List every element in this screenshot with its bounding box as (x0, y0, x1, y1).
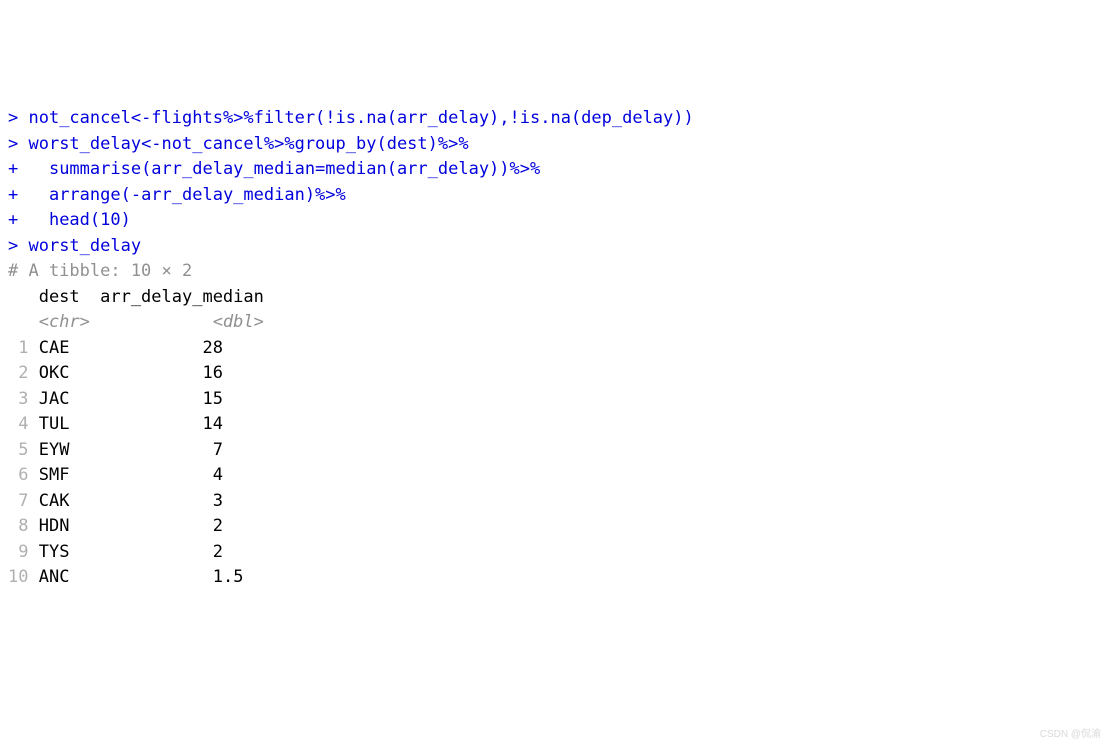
r-code: head(10) (28, 210, 130, 230)
tibble-row: 4 TUL 14 (8, 412, 1103, 438)
dest-cell: CAE (39, 338, 90, 358)
console-input-line: + summarise(arr_delay_median=median(arr_… (8, 157, 1103, 183)
r-console-output: > not_cancel<-flights%>%filter(!is.na(ar… (8, 106, 1103, 591)
row-number: 10 (8, 567, 39, 587)
console-input-line: + head(10) (8, 208, 1103, 234)
tibble-column-types: <chr> <dbl> (8, 310, 1103, 336)
dest-cell: JAC (39, 389, 90, 409)
watermark: CSDN @侃渝 (1040, 727, 1101, 742)
r-code: worst_delay<-not_cancel%>%group_by(dest)… (28, 134, 468, 154)
dest-cell: SMF (39, 465, 90, 485)
console-input-line: > worst_delay (8, 234, 1103, 260)
median-cell: 1.5 (90, 567, 244, 587)
dest-cell: CAK (39, 491, 90, 511)
row-number: 7 (8, 491, 39, 511)
row-number: 3 (8, 389, 39, 409)
tibble-row: 2 OKC 16 (8, 361, 1103, 387)
console-input-line: > not_cancel<-flights%>%filter(!is.na(ar… (8, 106, 1103, 132)
row-number: 2 (8, 363, 39, 383)
row-number: 5 (8, 440, 39, 460)
median-cell: 2 (90, 516, 244, 536)
median-cell: 28 (90, 338, 244, 358)
tibble-row: 7 CAK 3 (8, 489, 1103, 515)
tibble-row: 1 CAE 28 (8, 336, 1103, 362)
r-code: worst_delay (28, 236, 141, 256)
tibble-column-names: dest arr_delay_median (8, 285, 1103, 311)
tibble-row: 3 JAC 15 (8, 387, 1103, 413)
median-cell: 16 (90, 363, 244, 383)
row-number: 8 (8, 516, 39, 536)
median-cell: 15 (90, 389, 244, 409)
median-cell: 14 (90, 414, 244, 434)
tibble-row: 6 SMF 4 (8, 463, 1103, 489)
continuation-symbol: + (8, 185, 28, 205)
dest-cell: EYW (39, 440, 90, 460)
prompt-symbol: > (8, 236, 28, 256)
dest-cell: OKC (39, 363, 90, 383)
r-code: arrange(-arr_delay_median)%>% (28, 185, 345, 205)
median-cell: 4 (90, 465, 244, 485)
continuation-symbol: + (8, 159, 28, 179)
r-code: summarise(arr_delay_median=median(arr_de… (28, 159, 540, 179)
dest-cell: HDN (39, 516, 90, 536)
tibble-row: 9 TYS 2 (8, 540, 1103, 566)
tibble-row: 10 ANC 1.5 (8, 565, 1103, 591)
median-cell: 7 (90, 440, 244, 460)
tibble-dim-header: # A tibble: 10 × 2 (8, 259, 1103, 285)
dest-cell: ANC (39, 567, 90, 587)
continuation-symbol: + (8, 210, 28, 230)
median-cell: 3 (90, 491, 244, 511)
row-number: 4 (8, 414, 39, 434)
dest-cell: TUL (39, 414, 90, 434)
row-number: 9 (8, 542, 39, 562)
r-code: not_cancel<-flights%>%filter(!is.na(arr_… (28, 108, 693, 128)
tibble-row: 5 EYW 7 (8, 438, 1103, 464)
prompt-symbol: > (8, 134, 28, 154)
console-input-line: + arrange(-arr_delay_median)%>% (8, 183, 1103, 209)
median-cell: 2 (90, 542, 244, 562)
row-number: 6 (8, 465, 39, 485)
console-input-line: > worst_delay<-not_cancel%>%group_by(des… (8, 132, 1103, 158)
tibble-row: 8 HDN 2 (8, 514, 1103, 540)
row-number: 1 (8, 338, 39, 358)
prompt-symbol: > (8, 108, 28, 128)
dest-cell: TYS (39, 542, 90, 562)
